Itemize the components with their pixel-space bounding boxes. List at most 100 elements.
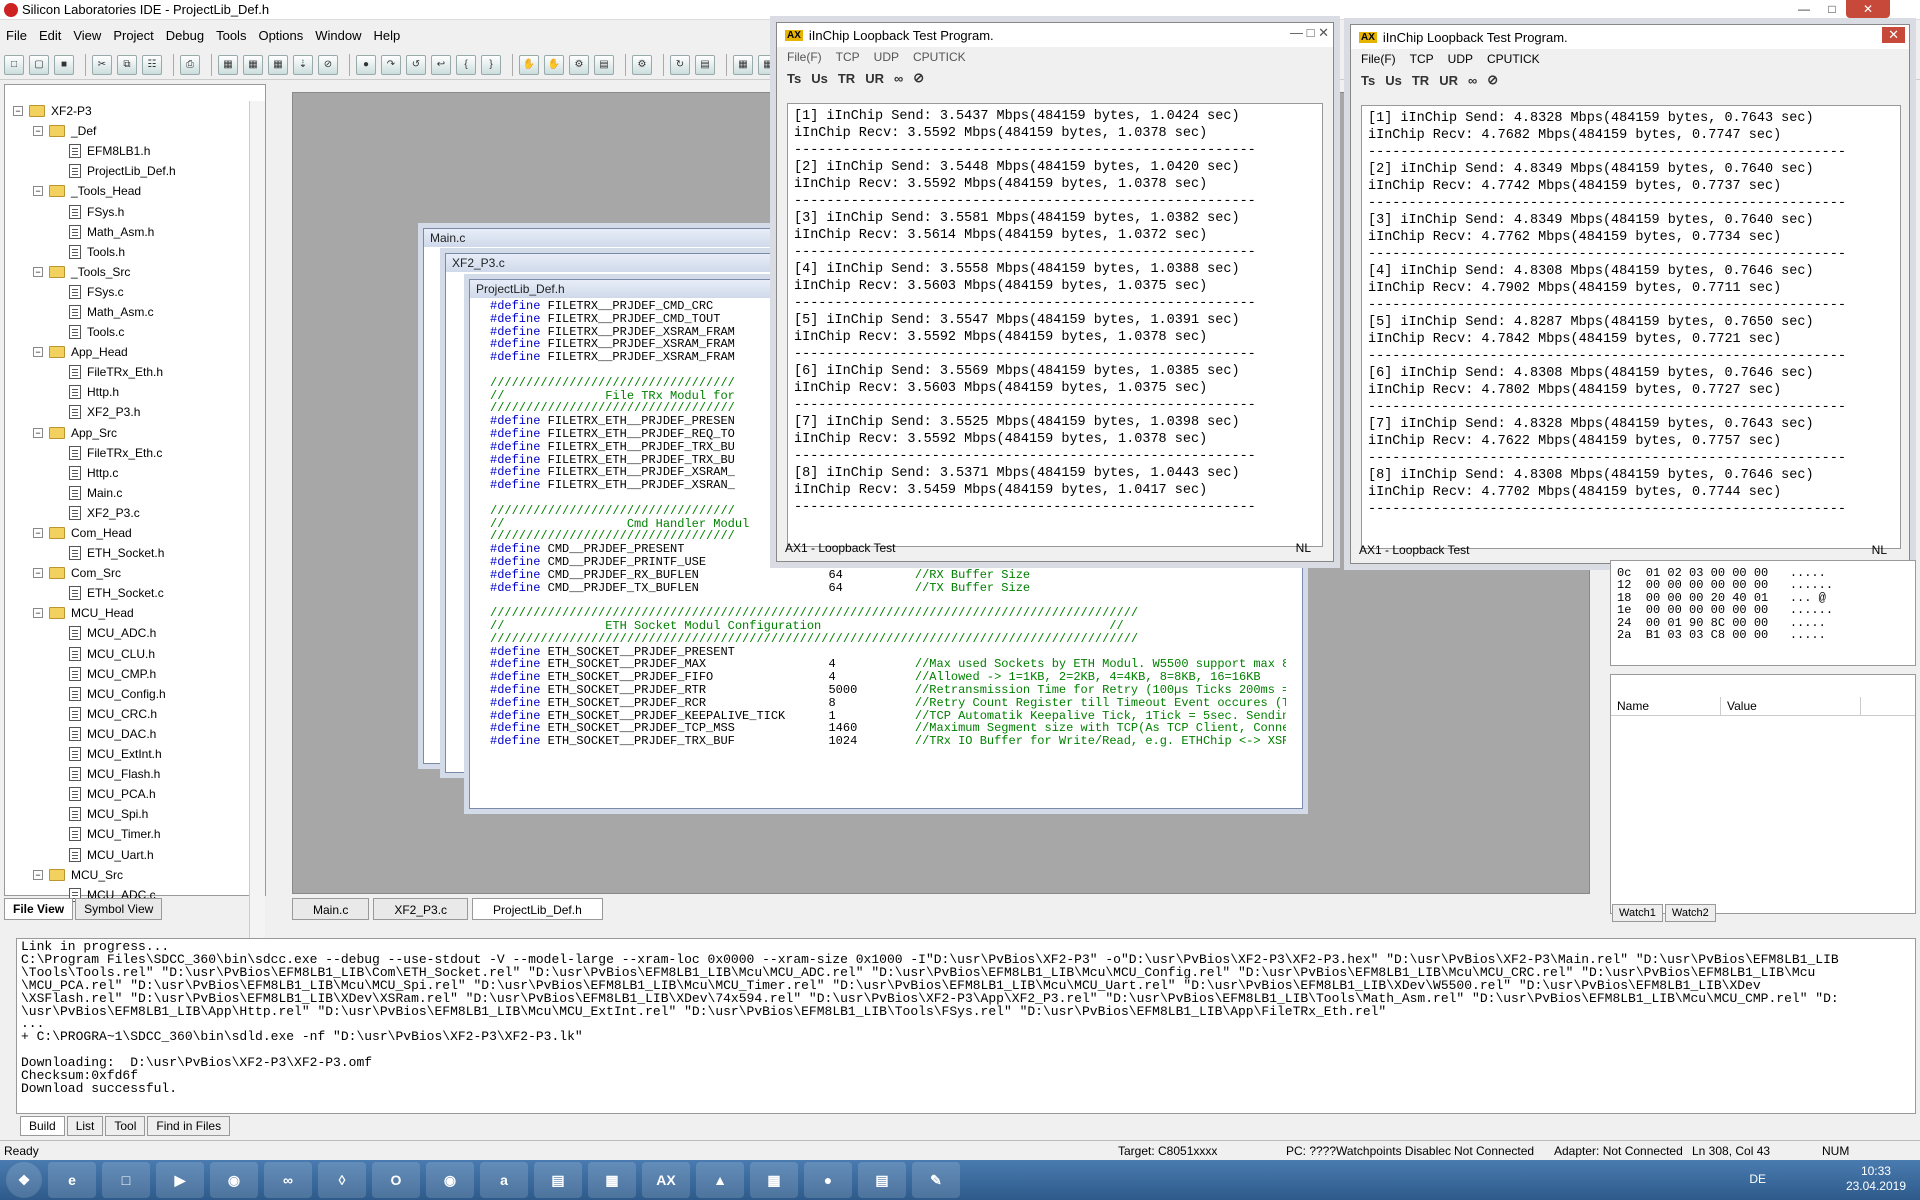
menu-udp[interactable]: UDP <box>874 50 899 64</box>
tree-item[interactable]: Tools.h <box>5 242 251 262</box>
debug-icon[interactable]: ⚙ <box>632 54 652 75</box>
minimize-icon[interactable]: — <box>1790 0 1818 18</box>
window-controls-icon[interactable]: — □ ✕ <box>1290 25 1329 41</box>
loop-icon[interactable]: ∞ <box>894 71 903 86</box>
tree-item[interactable]: MCU_ExtInt.h <box>5 744 251 764</box>
tab-list[interactable]: List <box>66 1116 104 1136</box>
tree-item[interactable]: − Com_Head <box>5 523 251 543</box>
tab-xf2-p3-c[interactable]: XF2_P3.c <box>373 898 469 920</box>
system-tray[interactable]: DE 10:33 23.04.2019 <box>1749 1164 1906 1194</box>
chart-icon[interactable]: ▤ <box>594 54 614 75</box>
tree-item[interactable]: − MCU_Head <box>5 603 251 623</box>
tree-item[interactable]: EFM8LB1.h <box>5 141 251 161</box>
outlook-icon[interactable]: O <box>372 1162 420 1198</box>
tab-watch1[interactable]: Watch1 <box>1612 904 1663 922</box>
tree-item[interactable]: MCU_Timer.h <box>5 824 251 844</box>
tree-item[interactable]: MCU_CLU.h <box>5 644 251 664</box>
tcp-server-icon[interactable]: Ts <box>787 71 801 86</box>
loopback-window-1[interactable]: AX iInChip Loopback Test Program. — □ ✕ … <box>776 22 1334 562</box>
tree-scrollbar[interactable] <box>249 101 265 981</box>
udp-recv-icon[interactable]: UR <box>865 71 884 86</box>
loop-icon[interactable]: ∞ <box>1468 73 1477 88</box>
compile-icon[interactable]: ▦ <box>268 54 288 75</box>
udp-server-icon[interactable]: Us <box>811 71 828 86</box>
menu-cputick[interactable]: CPUTICK <box>913 50 966 64</box>
run-to-cursor-icon[interactable]: { <box>456 54 476 75</box>
tree-item[interactable]: Tools.c <box>5 322 251 342</box>
tree-item[interactable]: FSys.c <box>5 282 251 302</box>
new-file-icon[interactable]: □ <box>4 54 24 75</box>
menu-help[interactable]: Help <box>374 28 401 43</box>
wrench-icon[interactable]: ⚙ <box>569 54 589 75</box>
breakpoint-icon[interactable]: ✋ <box>519 54 539 75</box>
collapse-icon[interactable]: − <box>33 568 43 579</box>
amazon-icon[interactable]: a <box>480 1162 528 1198</box>
paste-icon[interactable]: ☷ <box>142 54 162 75</box>
start-button-icon[interactable]: ❖ <box>6 1162 42 1198</box>
menu-file[interactable]: File(F) <box>787 50 822 64</box>
tab-projectlib-def-h[interactable]: ProjectLib_Def.h <box>472 898 603 920</box>
collapse-icon[interactable]: − <box>33 186 43 197</box>
step-over-icon[interactable]: ↺ <box>406 54 426 75</box>
ax1-icon[interactable]: AX <box>642 1162 690 1198</box>
download-icon[interactable]: ⇣ <box>293 54 313 75</box>
udp-server-icon[interactable]: Us <box>1385 73 1402 88</box>
tab-build[interactable]: Build <box>20 1116 65 1136</box>
menu-udp[interactable]: UDP <box>1448 52 1473 66</box>
menu-edit[interactable]: Edit <box>39 28 61 43</box>
calculator-icon[interactable]: ▦ <box>750 1162 798 1198</box>
network-icon[interactable]: ▤ <box>534 1162 582 1198</box>
tab-watch2[interactable]: Watch2 <box>1664 904 1716 922</box>
stop-build-icon[interactable]: ⊘ <box>318 54 338 75</box>
close-icon[interactable]: ✕ <box>1882 27 1905 43</box>
ie-icon[interactable]: e <box>48 1162 96 1198</box>
toolbox-icon[interactable]: ▦ <box>588 1162 636 1198</box>
watch-col-value[interactable]: Value <box>1721 697 1861 715</box>
tree-item[interactable]: Main.c <box>5 483 251 503</box>
tree-item[interactable]: Http.h <box>5 382 251 402</box>
braces-icon[interactable]: } <box>481 54 501 75</box>
maximize-icon[interactable]: □ <box>1818 0 1846 18</box>
rebuild-icon[interactable]: ▦ <box>243 54 263 75</box>
visual-studio-icon[interactable]: ∞ <box>264 1162 312 1198</box>
open-folder-icon[interactable]: ▢ <box>29 54 49 75</box>
run-icon[interactable]: ● <box>356 54 376 75</box>
menu-tcp[interactable]: TCP <box>836 50 860 64</box>
tree-item[interactable]: MCU_ADC.h <box>5 623 251 643</box>
explorer-icon[interactable]: □ <box>102 1162 150 1198</box>
sfr-icon[interactable]: ▤ <box>695 54 715 75</box>
menu-file[interactable]: File <box>6 28 27 43</box>
cut-icon[interactable]: ✂ <box>92 54 112 75</box>
language-indicator[interactable]: DE <box>1749 1172 1766 1187</box>
loopback-window-2[interactable]: AX iInChip Loopback Test Program. ✕ File… <box>1350 24 1910 564</box>
tree-item[interactable]: XF2_P3.h <box>5 402 251 422</box>
tab-main-c[interactable]: Main.c <box>292 898 370 920</box>
save-icon[interactable]: ■ <box>54 54 74 75</box>
build-icon[interactable]: ▦ <box>218 54 238 75</box>
tcp-recv-icon[interactable]: TR <box>838 71 855 86</box>
paint-icon[interactable]: ✎ <box>912 1162 960 1198</box>
tree-item[interactable]: MCU_PCA.h <box>5 784 251 804</box>
stop-icon[interactable]: ⊘ <box>913 70 924 86</box>
tool-icon[interactable]: ◊ <box>318 1162 366 1198</box>
tree-item[interactable]: − App_Head <box>5 342 251 362</box>
tree-item[interactable]: FSys.h <box>5 201 251 221</box>
tree-item[interactable]: ProjectLib_Def.h <box>5 161 251 181</box>
tree-item[interactable]: MCU_Uart.h <box>5 844 251 864</box>
memory-icon[interactable]: ▦ <box>733 54 753 75</box>
collapse-icon[interactable]: − <box>33 608 43 619</box>
menu-cputick[interactable]: CPUTICK <box>1487 52 1540 66</box>
copy-icon[interactable]: ⧉ <box>117 54 137 75</box>
tcp-recv-icon[interactable]: TR <box>1412 73 1429 88</box>
hand-icon[interactable]: ✋ <box>544 54 564 75</box>
tab-file-view[interactable]: File View <box>4 898 74 920</box>
tree-item[interactable]: MCU_CMP.h <box>5 664 251 684</box>
step-out-icon[interactable]: ↩ <box>431 54 451 75</box>
tree-item[interactable]: MCU_DAC.h <box>5 724 251 744</box>
collapse-icon[interactable]: − <box>33 126 43 137</box>
tree-item[interactable]: − XF2-P3 <box>5 101 251 121</box>
collapse-icon[interactable]: − <box>13 106 23 117</box>
menu-view[interactable]: View <box>73 28 101 43</box>
menu-file[interactable]: File(F) <box>1361 52 1396 66</box>
tree-item[interactable]: FileTRx_Eth.c <box>5 443 251 463</box>
